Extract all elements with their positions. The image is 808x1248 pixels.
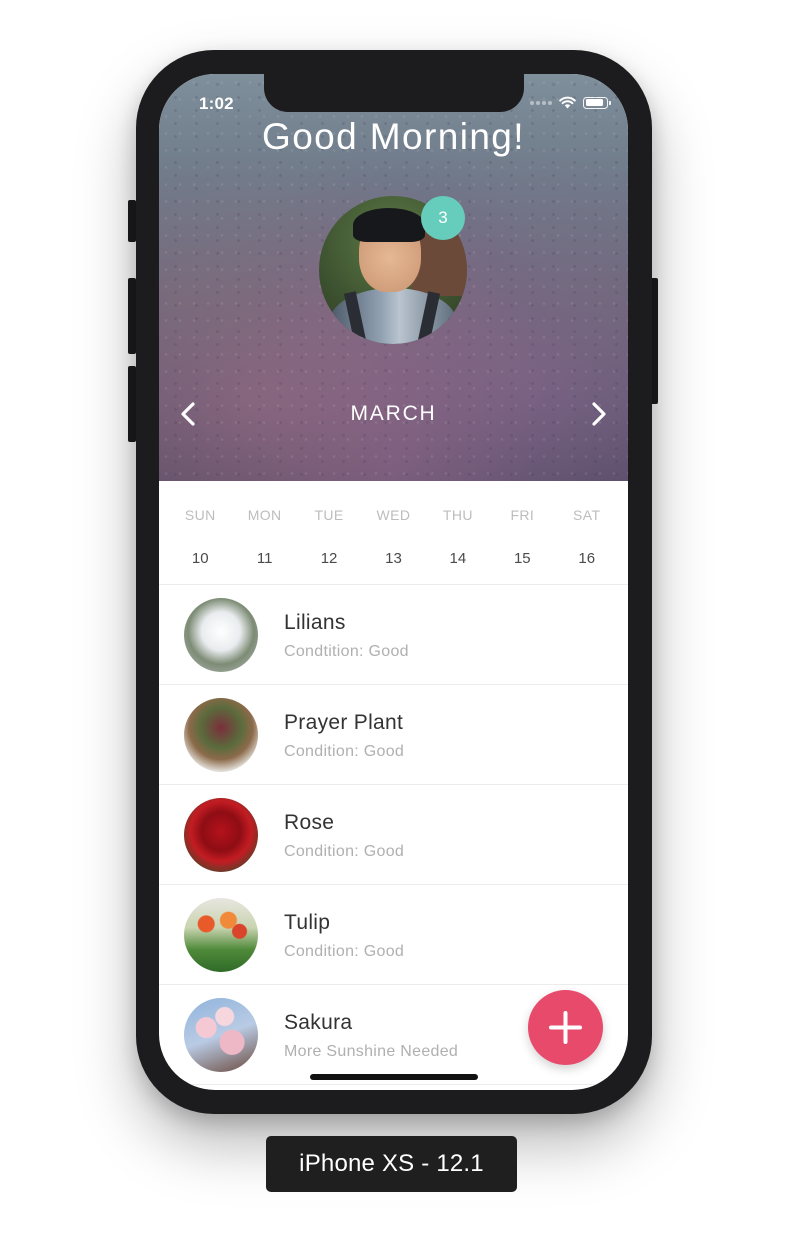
plant-thumbnail xyxy=(184,698,258,772)
plant-name: Rose xyxy=(284,811,335,834)
plant-row[interactable]: Lilians Condtition: Good xyxy=(159,585,628,685)
notification-badge[interactable]: 3 xyxy=(421,196,465,240)
plant-name: Lilians xyxy=(284,611,346,634)
notch xyxy=(264,74,524,112)
weekday-label: MON xyxy=(247,507,282,523)
plant-status: Condition: Good xyxy=(284,843,405,860)
chevron-right-icon[interactable] xyxy=(584,400,612,428)
date-cell[interactable]: 15 xyxy=(490,550,554,567)
weekday-label: FRI xyxy=(510,507,535,523)
date-cell[interactable]: 11 xyxy=(232,550,296,567)
plant-status: More Sunshine Needed xyxy=(284,1043,459,1060)
plant-status: Condition: Good xyxy=(284,943,405,960)
wifi-icon xyxy=(559,96,576,109)
home-indicator[interactable] xyxy=(310,1074,478,1080)
battery-icon xyxy=(583,96,611,109)
week-strip: SUN MON TUE WED THU FRI SAT 10 11 12 13 … xyxy=(159,481,628,585)
month-label: MARCH xyxy=(350,402,437,425)
plant-thumbnail xyxy=(184,898,258,972)
date-cell[interactable]: 10 xyxy=(168,550,232,567)
date-cell[interactable]: 16 xyxy=(555,550,619,567)
add-plant-button[interactable] xyxy=(528,990,603,1065)
plant-name: Tulip xyxy=(284,911,331,934)
date-cell[interactable]: 12 xyxy=(297,550,361,567)
greeting-title: Good Morning! xyxy=(262,116,525,157)
date-cell[interactable]: 14 xyxy=(426,550,490,567)
weekday-label: SAT xyxy=(573,507,601,523)
cellular-signal-icon xyxy=(530,100,552,105)
phone-screen: 1:02 Good Morning! 3 MARCH SUN MON TUE W… xyxy=(159,74,628,1090)
date-row: 10 11 12 13 14 15 16 xyxy=(168,550,619,567)
weekday-label: WED xyxy=(376,507,411,523)
plant-row[interactable]: Rose Condition: Good xyxy=(159,785,628,885)
weekday-label: SUN xyxy=(184,507,216,523)
weekday-label: THU xyxy=(442,507,473,523)
plus-icon xyxy=(549,1011,582,1044)
plant-name: Sakura xyxy=(284,1011,353,1034)
weekday-labels: SUN MON TUE WED THU FRI SAT xyxy=(168,507,619,523)
header-background: 1:02 Good Morning! 3 MARCH xyxy=(159,74,628,481)
plant-thumbnail xyxy=(184,598,258,672)
plant-row[interactable]: Tulip Condition: Good xyxy=(159,885,628,985)
month-navigation: MARCH xyxy=(159,394,628,434)
plant-thumbnail xyxy=(184,798,258,872)
battery-level xyxy=(585,99,603,106)
plant-name: Prayer Plant xyxy=(284,711,404,734)
volume-down-button xyxy=(128,366,136,442)
device-label: iPhone XS - 12.1 xyxy=(266,1136,517,1192)
plant-row[interactable]: Prayer Plant Condition: Good xyxy=(159,685,628,785)
weekday-label: TUE xyxy=(314,507,344,523)
plant-status: Condition: Good xyxy=(284,743,405,760)
status-time: 1:02 xyxy=(199,94,234,113)
silent-switch xyxy=(128,200,136,242)
plant-status: Condtition: Good xyxy=(284,643,409,660)
status-indicators xyxy=(530,96,611,109)
volume-up-button xyxy=(128,278,136,354)
date-cell[interactable]: 13 xyxy=(361,550,425,567)
plant-thumbnail xyxy=(184,998,258,1072)
